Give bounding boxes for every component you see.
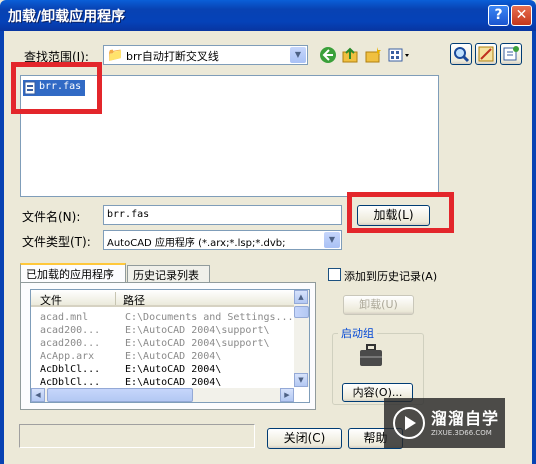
options-icon xyxy=(503,46,519,61)
highlight-box-file xyxy=(11,62,102,114)
magnifier-icon xyxy=(454,47,470,63)
table-row-file[interactable]: acad.mnl xyxy=(40,311,88,324)
table-row-path[interactable]: E:\AutoCAD 2004\ xyxy=(125,350,221,363)
history-checkbox[interactable] xyxy=(328,268,341,281)
table-row-file[interactable]: acad200... xyxy=(40,324,100,337)
window-border-left xyxy=(0,31,4,464)
options-button[interactable] xyxy=(500,43,522,65)
lookin-combo[interactable]: 📁 brr自动打断交叉线 ▼ xyxy=(103,45,308,65)
table-row-path[interactable]: E:\AutoCAD 2004\support\ xyxy=(125,337,270,350)
find-button[interactable] xyxy=(450,43,472,65)
scroll-right-icon[interactable]: ▶ xyxy=(280,388,294,402)
tab-history[interactable]: 历史记录列表 xyxy=(127,265,210,283)
help-title-button[interactable]: ? xyxy=(488,5,509,26)
filetype-value: AutoCAD 应用程序 (*.arx;*.lsp;*.dvb; xyxy=(107,238,286,249)
scroll-up-icon[interactable]: ▲ xyxy=(294,290,308,304)
table-row-file[interactable]: acad200... xyxy=(40,337,100,350)
up-folder-icon[interactable] xyxy=(340,46,360,66)
column-header-file[interactable]: 文件 xyxy=(40,292,62,308)
window-border-right xyxy=(532,31,536,464)
watermark-name: 溜溜自学 xyxy=(431,409,500,428)
filename-value: brr.fas xyxy=(107,209,150,220)
scroll-down-icon[interactable]: ▼ xyxy=(294,373,308,387)
views-icon[interactable] xyxy=(387,46,413,66)
watermark-url: ZIXUE.3D66.COM xyxy=(431,429,492,437)
tab-loaded-apps[interactable]: 已加载的应用程序 xyxy=(20,263,126,283)
new-folder-icon[interactable] xyxy=(363,46,383,66)
filetype-label: 文件类型(T): xyxy=(22,235,91,249)
tools-button[interactable] xyxy=(475,43,497,65)
table-row-path[interactable]: C:\Documents and Settings... xyxy=(125,311,294,324)
table-row-path[interactable]: E:\AutoCAD 2004\ xyxy=(125,363,221,376)
column-divider[interactable] xyxy=(115,292,116,305)
status-field xyxy=(19,424,255,448)
vertical-scrollbar[interactable]: ▲ ▼ xyxy=(294,290,309,387)
scroll-left-icon[interactable]: ◀ xyxy=(31,388,45,402)
back-icon[interactable] xyxy=(318,46,338,66)
highlight-box-load xyxy=(347,192,454,233)
briefcase-icon xyxy=(357,342,385,373)
table-row-file[interactable]: AcDblCl... xyxy=(40,363,100,376)
list-header xyxy=(31,290,294,307)
horizontal-scrollbar[interactable]: ◀ ▶ xyxy=(31,388,294,402)
scroll-thumb[interactable] xyxy=(294,306,309,318)
folder-icon: 📁 xyxy=(107,48,124,63)
unload-button[interactable]: 卸载(U) xyxy=(343,295,414,315)
column-header-path[interactable]: 路径 xyxy=(123,292,145,308)
filetype-combo[interactable]: AutoCAD 应用程序 (*.arx;*.lsp;*.dvb; ▼ xyxy=(103,230,342,250)
chevron-down-icon[interactable]: ▼ xyxy=(324,232,340,248)
filename-label: 文件名(N): xyxy=(22,210,81,224)
window-title: 加载/卸载应用程序 xyxy=(8,9,126,25)
scroll-thumb-h[interactable] xyxy=(47,388,193,402)
history-checkbox-label[interactable]: 添加到历史记录(A) xyxy=(344,268,437,284)
play-logo-icon xyxy=(393,407,425,439)
table-row-path[interactable]: E:\AutoCAD 2004\support\ xyxy=(125,324,270,337)
table-row-file[interactable]: AcApp.arx xyxy=(40,350,94,363)
tools-icon xyxy=(478,46,494,62)
watermark: 溜溜自学 ZIXUE.3D66.COM xyxy=(384,398,505,448)
chevron-down-icon[interactable]: ▼ xyxy=(290,47,306,63)
close-title-button[interactable]: ✕ xyxy=(511,5,532,26)
startup-group-label: 启动组 xyxy=(338,325,377,341)
filename-field[interactable]: brr.fas xyxy=(103,205,342,225)
close-button[interactable]: 关闭(C) xyxy=(267,428,342,449)
lookin-value: brr自动打断交叉线 xyxy=(126,50,219,63)
